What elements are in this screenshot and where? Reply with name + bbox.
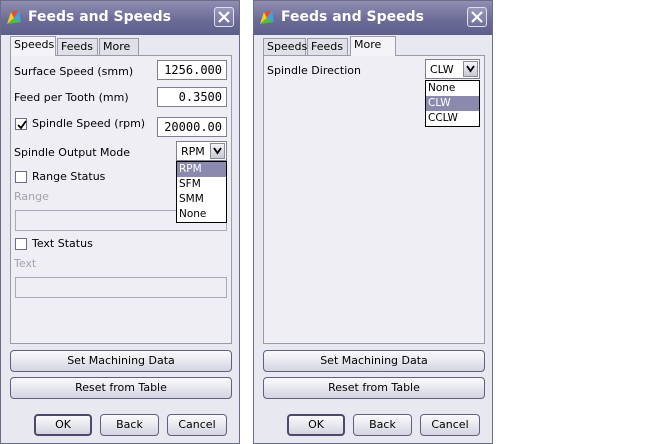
dropdown-option-sfm[interactable]: SFM	[177, 177, 226, 192]
close-button[interactable]	[214, 7, 234, 27]
cancel-button[interactable]: Cancel	[167, 414, 227, 436]
text-label: Text	[14, 257, 37, 270]
tab-more[interactable]: More	[99, 38, 139, 55]
text-input[interactable]	[15, 277, 227, 298]
spindle-output-mode-label: Spindle Output Mode	[14, 146, 130, 159]
dropdown-button[interactable]	[463, 61, 478, 77]
spindle-output-mode-dropdown: RPM SFM SMM None	[176, 161, 227, 223]
chevron-down-icon	[466, 65, 475, 73]
dropdown-option-clw[interactable]: CLW	[426, 96, 479, 111]
tab-speeds[interactable]: Speeds	[263, 38, 307, 55]
spindle-output-mode-value: RPM	[181, 145, 205, 158]
range-status-label: Range Status	[32, 170, 106, 183]
title-bar[interactable]: Feeds and Speeds	[1, 1, 239, 35]
spindle-speed-checkbox[interactable]	[15, 118, 27, 130]
window-title: Feeds and Speeds	[28, 9, 171, 25]
dropdown-option-cclw[interactable]: CCLW	[426, 111, 479, 126]
window-title: Feeds and Speeds	[281, 9, 424, 25]
range-label: Range	[14, 190, 49, 203]
close-button[interactable]	[467, 7, 487, 27]
text-status-checkbox[interactable]	[15, 238, 27, 250]
tab-feeds[interactable]: Feeds	[57, 38, 98, 55]
feed-per-tooth-label: Feed per Tooth (mm)	[14, 91, 129, 104]
app-icon	[260, 10, 274, 24]
dropdown-button[interactable]	[210, 143, 225, 159]
title-bar[interactable]: Feeds and Speeds	[254, 1, 492, 35]
chevron-down-icon	[213, 147, 222, 155]
text-status-label: Text Status	[32, 237, 93, 250]
spindle-speed-label: Spindle Speed (rpm)	[32, 117, 146, 130]
surface-speed-input[interactable]: 1256.000	[157, 60, 227, 80]
feed-per-tooth-input[interactable]: 0.3500	[157, 87, 227, 107]
range-status-checkbox[interactable]	[15, 171, 27, 183]
tab-speeds[interactable]: Speeds	[10, 36, 56, 56]
checkmark-icon	[17, 120, 27, 130]
ok-button[interactable]: OK	[34, 414, 92, 436]
reset-from-table-button[interactable]: Reset from Table	[263, 377, 485, 399]
dropdown-option-smm[interactable]: SMM	[177, 192, 226, 207]
feeds-speeds-dialog-speeds: Feeds and Speeds Speeds Feeds More Surfa…	[0, 0, 240, 444]
back-button[interactable]: Back	[353, 414, 412, 436]
set-machining-data-button[interactable]: Set Machining Data	[10, 350, 232, 372]
feeds-speeds-dialog-more: Feeds and Speeds Speeds Feeds More Spind…	[253, 0, 493, 444]
dropdown-option-rpm[interactable]: RPM	[177, 162, 226, 177]
spindle-direction-dropdown: None CLW CCLW	[425, 80, 480, 127]
cancel-button[interactable]: Cancel	[420, 414, 480, 436]
surface-speed-label: Surface Speed (smm)	[14, 65, 134, 78]
reset-from-table-button[interactable]: Reset from Table	[10, 377, 232, 399]
close-icon	[218, 11, 230, 23]
dropdown-option-none[interactable]: None	[426, 81, 479, 96]
back-button[interactable]: Back	[100, 414, 159, 436]
tab-more[interactable]: More	[350, 36, 396, 56]
tab-feeds[interactable]: Feeds	[307, 38, 348, 55]
dropdown-option-none[interactable]: None	[177, 207, 226, 222]
spindle-direction-value: CLW	[430, 63, 454, 76]
ok-button[interactable]: OK	[287, 414, 345, 436]
set-machining-data-button[interactable]: Set Machining Data	[263, 350, 485, 372]
close-icon	[471, 11, 483, 23]
spindle-speed-input[interactable]: 20000.00	[157, 117, 227, 137]
spindle-output-mode-select[interactable]: RPM	[176, 141, 227, 161]
spindle-direction-label: Spindle Direction	[267, 64, 361, 77]
spindle-direction-select[interactable]: CLW	[425, 59, 480, 79]
app-icon	[7, 10, 21, 24]
